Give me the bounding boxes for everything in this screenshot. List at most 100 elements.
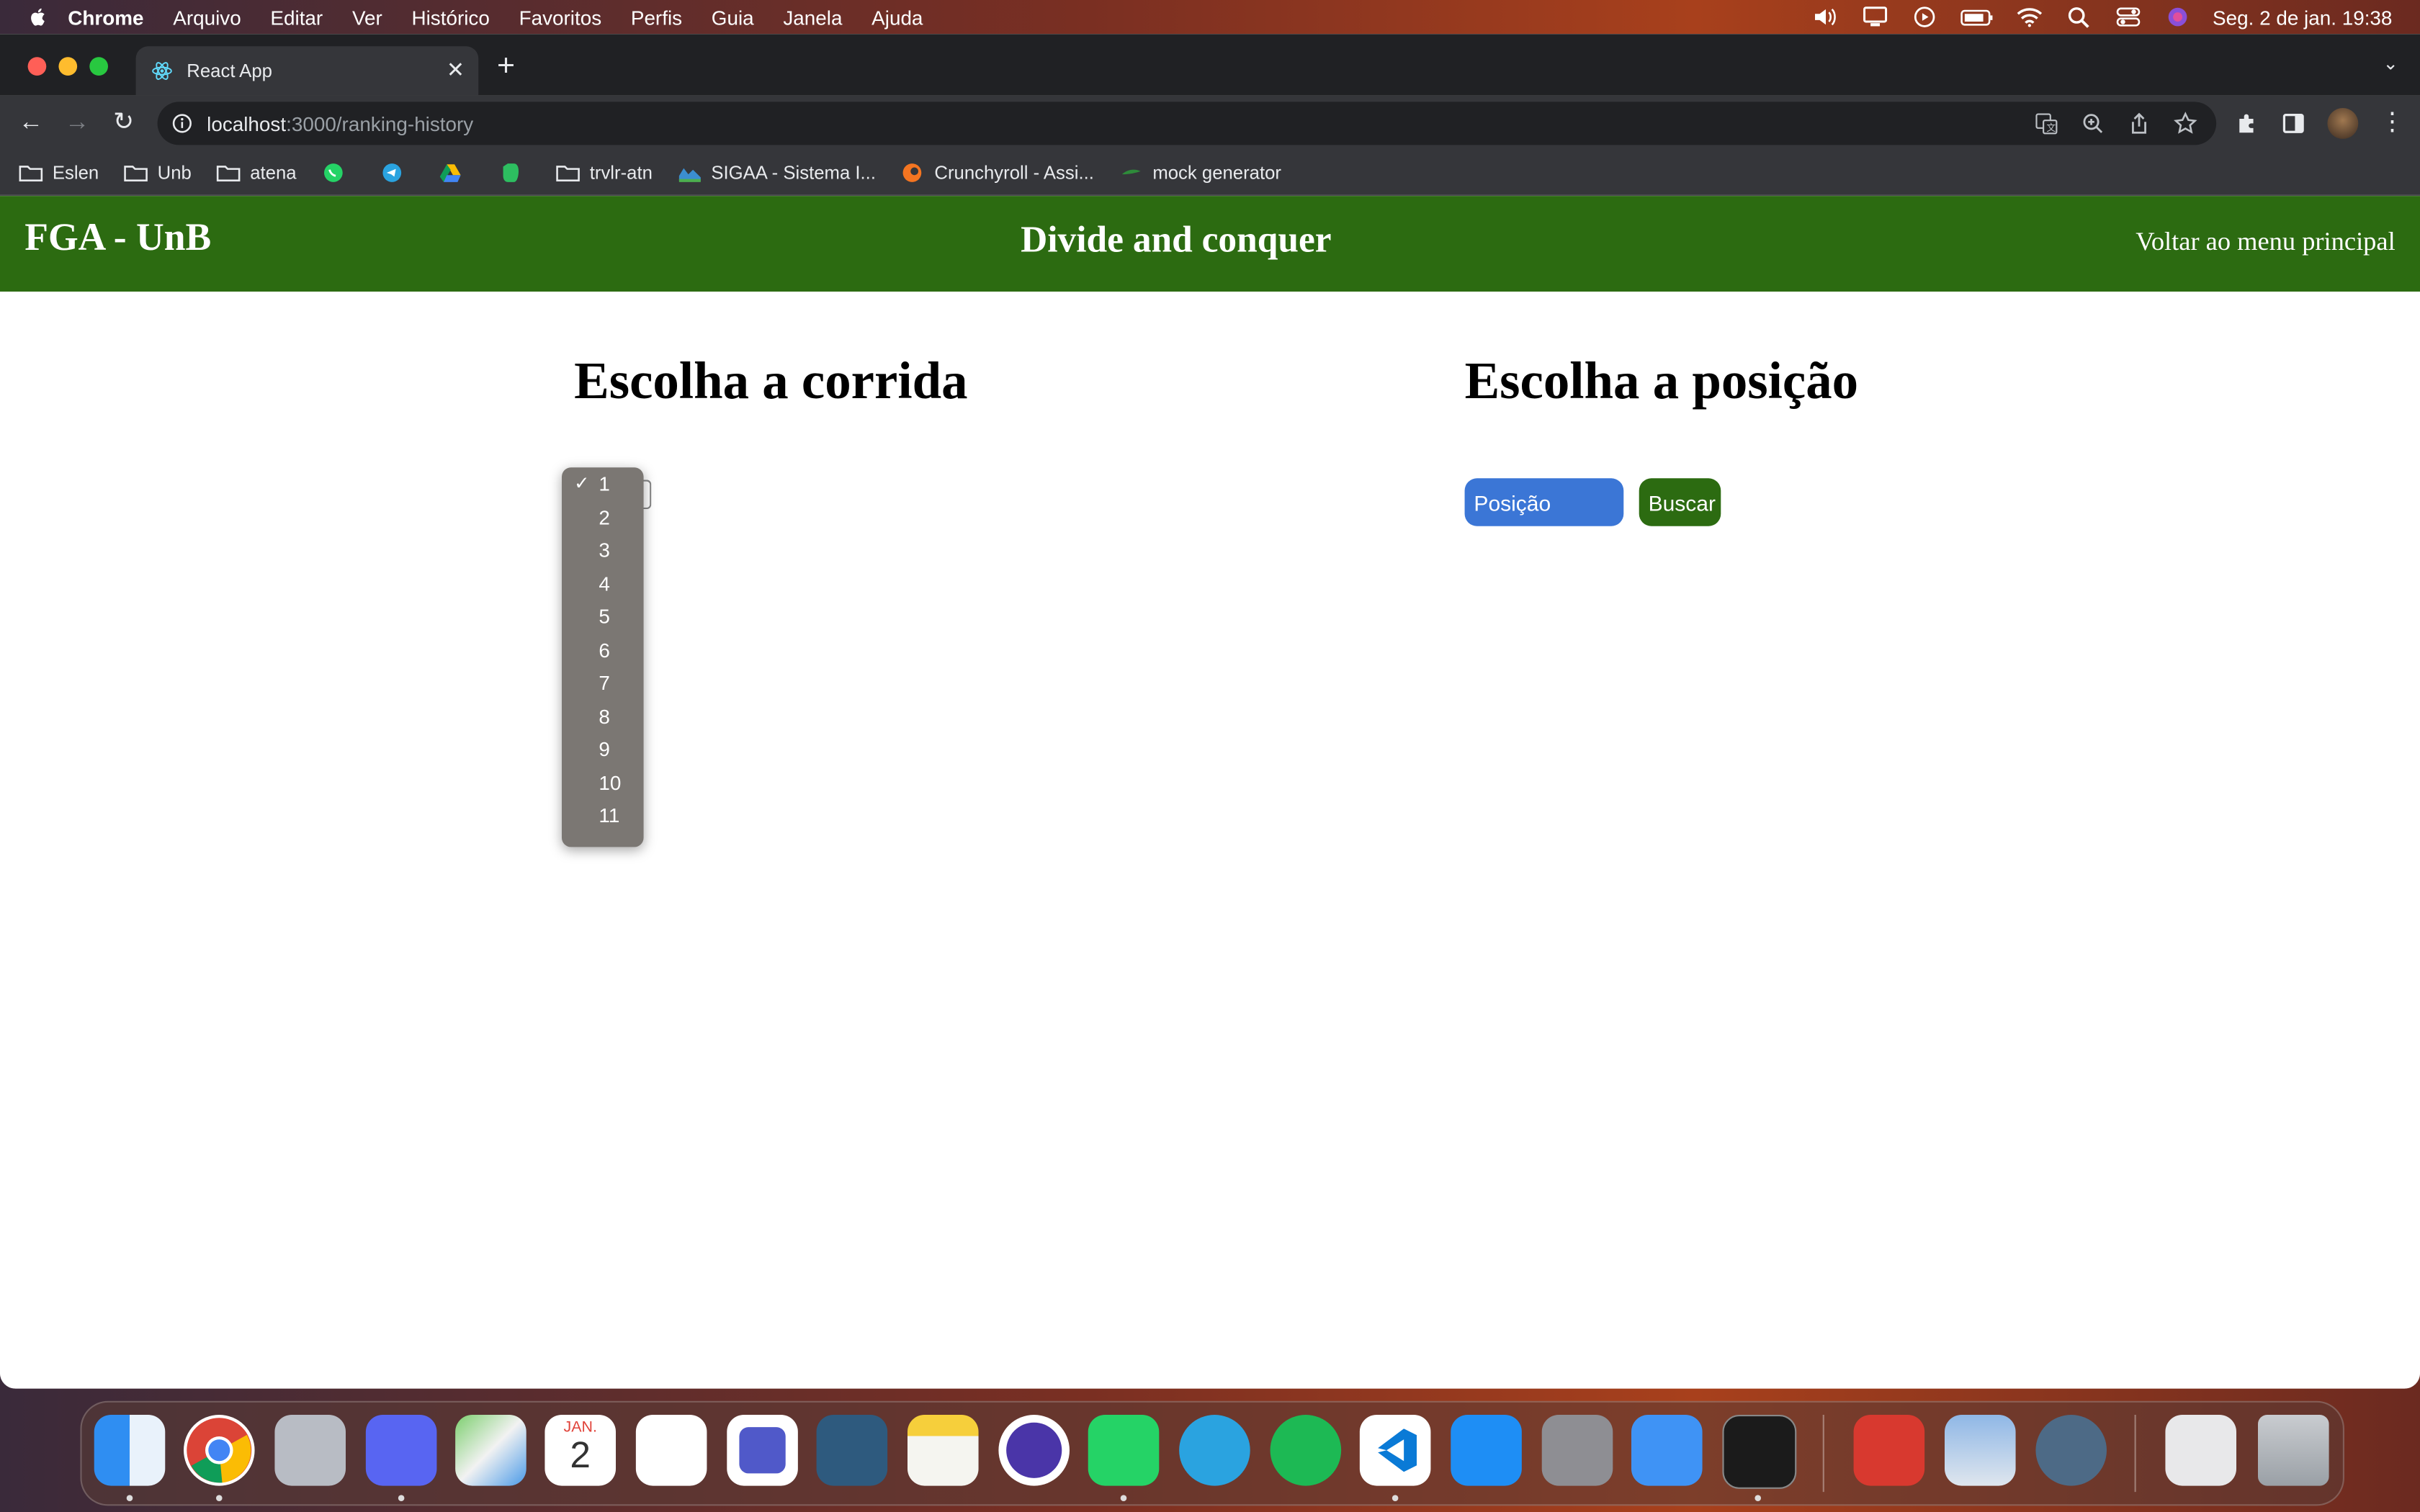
race-option[interactable]: 7 [562, 667, 644, 700]
system-preferences-icon[interactable] [1541, 1414, 1613, 1486]
spotify-icon[interactable] [1270, 1414, 1342, 1486]
quicktime-icon[interactable] [2035, 1414, 2107, 1486]
trash-icon[interactable] [2258, 1414, 2329, 1486]
back-to-menu-link[interactable]: Voltar ao menu principal [2136, 227, 2396, 258]
photo-booth-icon[interactable] [1853, 1414, 1925, 1486]
teams-icon[interactable] [727, 1414, 798, 1486]
telegram-icon[interactable] [1179, 1414, 1250, 1486]
control-center-icon[interactable] [2114, 6, 2142, 28]
share-icon[interactable] [2127, 111, 2151, 135]
search-button[interactable]: Buscar [1639, 478, 1721, 526]
play-circle-icon[interactable] [1910, 6, 1938, 28]
wifi-icon[interactable] [2015, 6, 2043, 28]
menu-editar[interactable]: Editar [270, 6, 323, 29]
app-title: Divide and conquer [1021, 220, 1332, 261]
side-panel-icon[interactable] [2281, 111, 2305, 135]
spotlight-icon[interactable] [2064, 6, 2092, 28]
forward-arrow-icon[interactable]: → [62, 108, 93, 139]
reload-icon[interactable]: ↻ [108, 108, 139, 139]
browser-toolbar: ← → ↻ localhost:3000/ranking-history 文 ⋮ [0, 95, 2420, 151]
preview-icon[interactable] [1945, 1414, 2016, 1486]
app-store-icon[interactable] [1451, 1414, 1522, 1486]
mysql-workbench-icon[interactable] [816, 1414, 888, 1486]
back-arrow-icon[interactable]: ← [15, 108, 46, 139]
race-option[interactable]: 4 [562, 567, 644, 600]
downloads-icon[interactable] [2165, 1414, 2236, 1486]
minimize-window-button[interactable] [58, 57, 78, 76]
launchpad-icon[interactable] [274, 1414, 346, 1486]
bookmark-evernote[interactable] [497, 162, 531, 184]
menu-favoritos[interactable]: Favoritos [519, 6, 602, 29]
vscode-icon[interactable] [1359, 1414, 1431, 1486]
menu-janela[interactable]: Janela [783, 6, 842, 29]
tab-title: React App [187, 60, 272, 82]
site-info-icon[interactable] [171, 112, 193, 134]
race-option[interactable]: ✓ 1 [562, 467, 644, 500]
url-host: localhost [207, 112, 287, 135]
race-option[interactable]: 10 [562, 766, 644, 799]
bookmark-whatsapp[interactable] [321, 162, 355, 184]
mail-icon[interactable] [1631, 1414, 1703, 1486]
bookmark-label: trvlr-atn [589, 162, 653, 184]
race-dropdown-list[interactable]: ✓ 1 2 3 4 5 6 7 8 9 10 11 [562, 467, 644, 847]
display-icon[interactable] [1860, 6, 1888, 28]
chrome-icon[interactable] [183, 1414, 255, 1486]
option-label: 2 [599, 505, 610, 528]
profile-avatar[interactable] [2327, 108, 2359, 139]
volume-icon[interactable] [1811, 6, 1839, 28]
running-indicator [1754, 1495, 1761, 1501]
menu-arquivo[interactable]: Arquivo [173, 6, 241, 29]
whatsapp-icon[interactable] [1088, 1414, 1160, 1486]
calendar-icon[interactable]: JAN. 2 [544, 1414, 616, 1486]
close-window-button[interactable] [27, 57, 47, 76]
menu-guia[interactable]: Guia [712, 6, 754, 29]
bookmark-trvlr-atn[interactable]: trvlr-atn [556, 162, 653, 184]
race-option[interactable]: 11 [562, 799, 644, 832]
extensions-puzzle-icon[interactable] [2235, 111, 2259, 135]
notes-icon[interactable] [908, 1414, 979, 1486]
new-tab-button[interactable]: + [497, 50, 515, 85]
race-option[interactable]: 3 [562, 534, 644, 567]
race-option[interactable]: 2 [562, 500, 644, 534]
tab-react-app[interactable]: React App ✕ [135, 46, 479, 96]
close-tab-icon[interactable]: ✕ [447, 57, 465, 83]
bookmark-atena[interactable]: atena [216, 162, 297, 184]
option-label: 8 [599, 704, 610, 728]
zoom-window-button[interactable] [89, 57, 108, 76]
menu-ver[interactable]: Ver [352, 6, 382, 29]
race-option[interactable]: 6 [562, 634, 644, 667]
apple-icon[interactable] [28, 6, 50, 28]
siri-icon[interactable] [2163, 6, 2191, 28]
bookmark-eslen[interactable]: Eslen [19, 162, 99, 184]
reminders-icon[interactable] [635, 1414, 707, 1486]
race-option[interactable]: 5 [562, 600, 644, 634]
chrome-menu-icon[interactable]: ⋮ [2380, 110, 2404, 135]
terminal-icon[interactable] [1722, 1414, 1797, 1489]
menu-historico[interactable]: Histórico [411, 6, 489, 29]
menu-app-chrome[interactable]: Chrome [68, 6, 143, 29]
menu-perfis[interactable]: Perfis [631, 6, 682, 29]
menu-ajuda[interactable]: Ajuda [871, 6, 923, 29]
menubar-clock[interactable]: Seg. 2 de jan. 19:38 [2213, 6, 2392, 29]
address-bar[interactable]: localhost:3000/ranking-history 文 [157, 102, 2217, 145]
battery-icon[interactable] [1960, 6, 1994, 28]
race-option[interactable]: 8 [562, 700, 644, 733]
eclipse-icon[interactable] [998, 1414, 1070, 1486]
position-input[interactable] [1464, 478, 1624, 526]
option-label: 3 [599, 538, 610, 562]
discord-icon[interactable] [365, 1414, 437, 1486]
tab-search-chevron-icon[interactable]: ⌄ [2383, 53, 2398, 74]
whatsapp-icon [324, 163, 343, 182]
race-option[interactable]: 9 [562, 733, 644, 766]
bookmark-telegram[interactable] [380, 162, 413, 184]
bookmark-star-icon[interactable] [2173, 111, 2197, 135]
translate-icon[interactable]: 文 [2034, 111, 2058, 135]
bookmark-crunchyroll[interactable]: Crunchyroll - Assi... [900, 162, 1094, 184]
maps-icon[interactable] [455, 1414, 526, 1486]
bookmark-mock-generator[interactable]: mock generator [1119, 162, 1281, 184]
bookmark-drive[interactable] [439, 162, 472, 184]
finder-icon[interactable] [94, 1414, 166, 1486]
bookmark-unb[interactable]: Unb [123, 162, 192, 184]
bookmark-sigaa[interactable]: SIGAA - Sistema I... [677, 162, 876, 184]
zoom-icon[interactable] [2081, 111, 2105, 135]
